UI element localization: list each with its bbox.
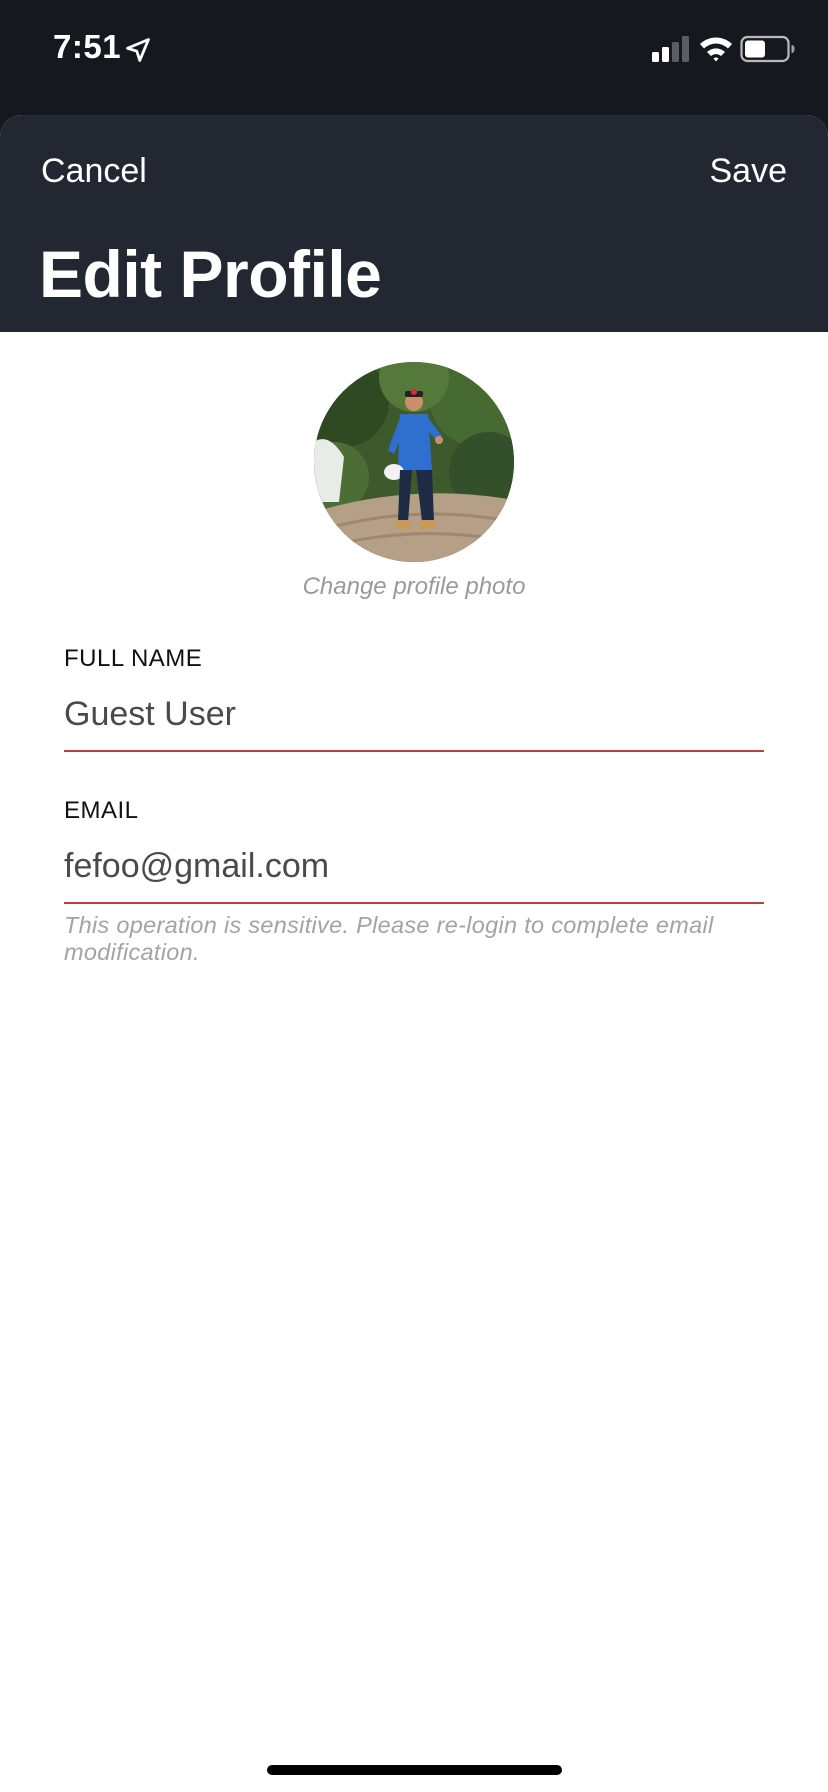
page-title: Edit Profile — [39, 237, 382, 311]
profile-avatar[interactable] — [314, 362, 514, 562]
cellular-signal-icon — [652, 36, 689, 62]
full-name-input[interactable] — [64, 686, 764, 742]
profile-photo-image — [314, 362, 514, 562]
change-profile-photo-link[interactable]: Change profile photo — [0, 573, 828, 601]
email-label: EMAIL — [64, 797, 139, 824]
email-hint: This operation is sensitive. Please re-l… — [64, 912, 714, 965]
home-indicator[interactable] — [267, 1765, 562, 1775]
cancel-button[interactable]: Cancel — [41, 152, 147, 191]
email-underline — [64, 902, 764, 904]
full-name-underline — [64, 750, 764, 752]
save-button[interactable]: Save — [710, 152, 788, 191]
battery-icon — [740, 35, 795, 63]
edit-profile-sheet: Cancel Save Edit Profile Change profile … — [0, 115, 828, 1792]
location-arrow-icon — [126, 38, 150, 62]
sheet-header: Cancel Save Edit Profile — [0, 115, 828, 332]
wifi-icon — [700, 37, 732, 62]
full-name-label: FULL NAME — [64, 645, 203, 672]
email-input[interactable] — [64, 838, 764, 894]
status-time: 7:51 — [53, 28, 122, 65]
status-bar: 7:51 — [0, 0, 828, 115]
